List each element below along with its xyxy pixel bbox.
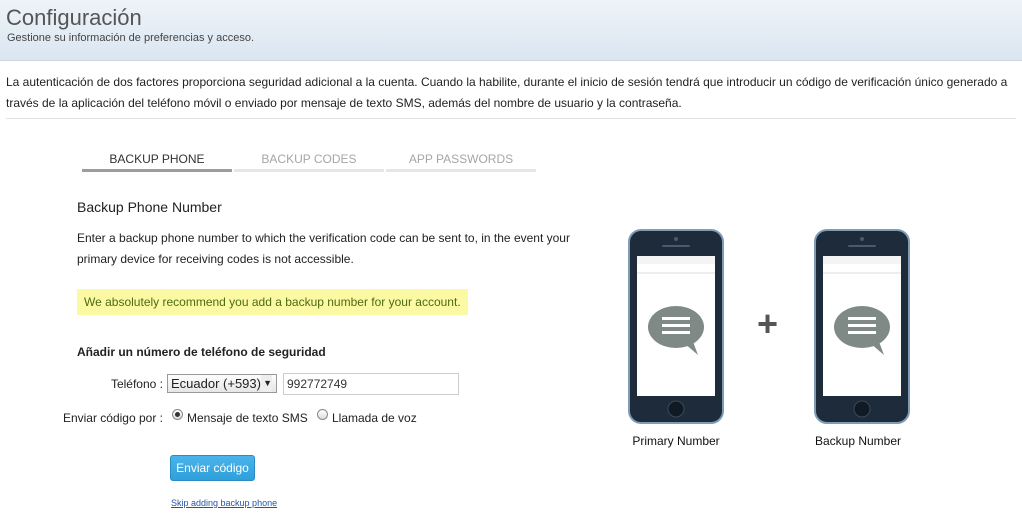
primary-phone-illustration bbox=[628, 229, 724, 424]
tab-backup-phone[interactable]: BACKUP PHONE bbox=[82, 152, 232, 172]
radio-voice-label[interactable]: Llamada de voz bbox=[332, 411, 417, 425]
backup-number-caption: Backup Number bbox=[814, 434, 902, 448]
radio-sms-label[interactable]: Mensaje de texto SMS bbox=[187, 411, 308, 425]
tab-underline bbox=[386, 169, 536, 172]
tab-label: APP PASSWORDS bbox=[408, 152, 514, 166]
two-factor-intro: La autenticación de dos factores proporc… bbox=[6, 75, 1008, 110]
tab-underline bbox=[234, 169, 384, 172]
send-via-label: Enviar código por : bbox=[62, 411, 163, 425]
country-select-value: Ecuador (+593) bbox=[171, 376, 261, 391]
form-heading: Añadir un número de teléfono de segurida… bbox=[77, 345, 326, 359]
divider bbox=[6, 118, 1016, 119]
recommendation-notice: We absolutely recommend you add a backup… bbox=[77, 289, 468, 315]
plus-icon: + bbox=[757, 303, 779, 344]
primary-number-caption: Primary Number bbox=[632, 434, 720, 448]
tab-backup-codes[interactable]: BACKUP CODES bbox=[234, 152, 384, 172]
send-code-button[interactable]: Enviar código bbox=[170, 455, 255, 481]
skip-backup-phone-link[interactable]: Skip adding backup phone bbox=[171, 498, 277, 508]
country-select[interactable]: Ecuador (+593) ▼ bbox=[167, 374, 277, 393]
backup-phone-illustration bbox=[814, 229, 910, 424]
phone-number-input[interactable]: 992772749 bbox=[283, 373, 459, 395]
page-subtitle: Gestione su información de preferencias … bbox=[7, 32, 255, 44]
tab-underline bbox=[82, 169, 232, 172]
section-description: Enter a backup phone number to which the… bbox=[77, 231, 570, 266]
phone-label: Teléfono : bbox=[110, 377, 163, 391]
page-title: Configuración bbox=[6, 5, 142, 30]
caret-down-icon: ▼ bbox=[261, 375, 272, 392]
section-title: Backup Phone Number bbox=[77, 199, 222, 215]
tab-label: BACKUP CODES bbox=[261, 152, 357, 166]
tab-app-passwords[interactable]: APP PASSWORDS bbox=[386, 152, 536, 172]
radio-voice[interactable] bbox=[317, 409, 328, 420]
page-header: Configuración Gestione su información de… bbox=[0, 0, 1022, 61]
tab-label: BACKUP PHONE bbox=[109, 152, 205, 166]
radio-sms[interactable] bbox=[172, 409, 183, 420]
